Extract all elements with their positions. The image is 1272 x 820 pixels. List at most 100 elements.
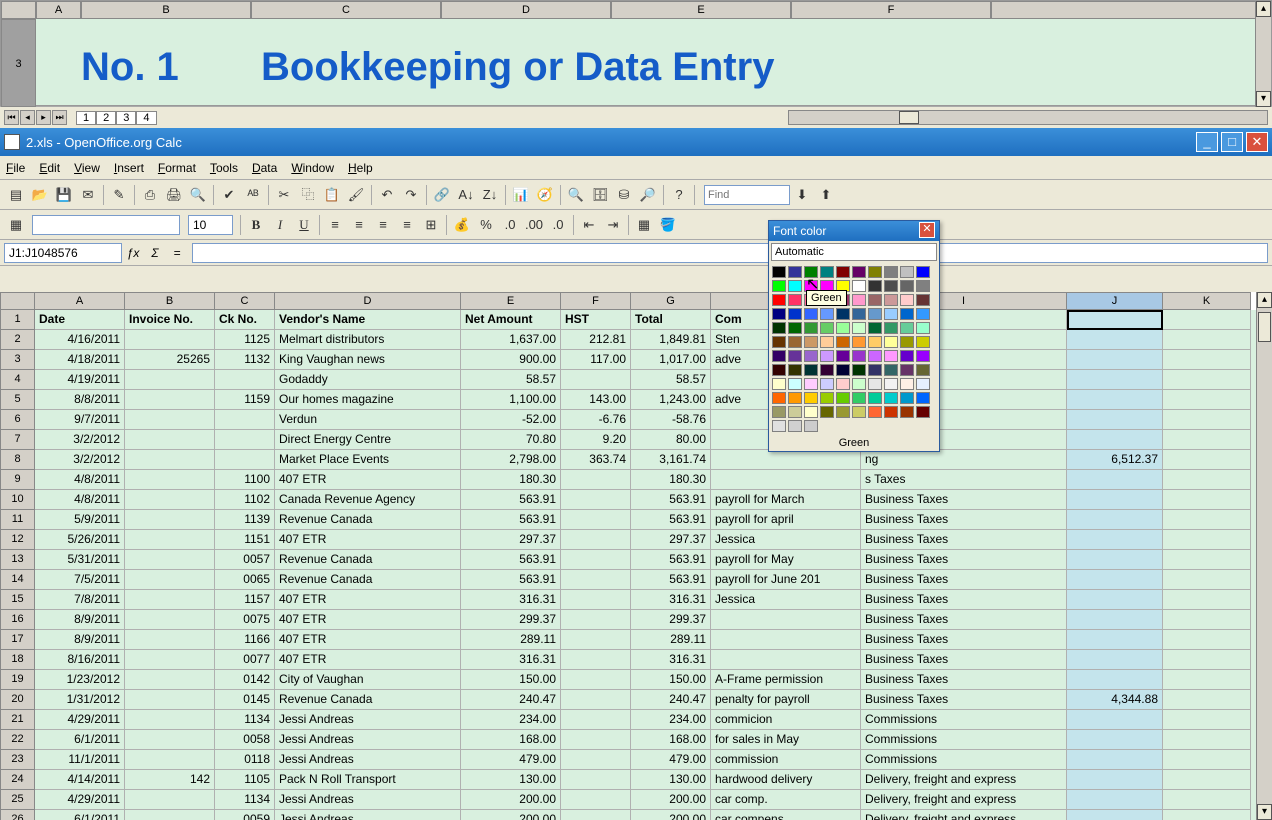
cell[interactable]: 407 ETR — [275, 590, 461, 610]
cell[interactable]: 563.91 — [631, 570, 711, 590]
select-all-corner[interactable] — [0, 292, 35, 310]
cell[interactable]: 1134 — [215, 790, 275, 810]
row-header-23[interactable]: 23 — [0, 750, 35, 770]
cell[interactable]: Business Taxes — [861, 650, 1067, 670]
cell[interactable]: car comp. — [711, 790, 861, 810]
cell[interactable]: Business Taxes — [861, 630, 1067, 650]
cell[interactable]: Revenue Canada — [275, 570, 461, 590]
color-swatch[interactable] — [868, 308, 882, 320]
header-cell[interactable]: Ck No. — [215, 310, 275, 330]
color-swatch[interactable] — [820, 266, 834, 278]
cell[interactable] — [1067, 770, 1163, 790]
top-col-F[interactable]: F — [791, 1, 991, 19]
hscroll[interactable] — [788, 110, 1268, 125]
col-header-B[interactable]: B — [125, 292, 215, 310]
styles-icon[interactable]: ▦ — [5, 214, 27, 236]
cell[interactable] — [1067, 630, 1163, 650]
cell[interactable]: Revenue Canada — [275, 550, 461, 570]
cell[interactable] — [1163, 670, 1251, 690]
cell[interactable]: payroll for March — [711, 490, 861, 510]
color-swatch[interactable] — [820, 336, 834, 348]
color-swatch[interactable] — [852, 364, 866, 376]
row-header-15[interactable]: 15 — [0, 590, 35, 610]
cell[interactable] — [1163, 750, 1251, 770]
cell[interactable]: Verdun — [275, 410, 461, 430]
cell[interactable] — [1067, 510, 1163, 530]
cell[interactable]: 150.00 — [461, 670, 561, 690]
color-swatch[interactable] — [804, 378, 818, 390]
menu-edit[interactable]: Edit — [39, 161, 60, 175]
cell[interactable] — [1163, 790, 1251, 810]
sort-asc-icon[interactable]: A↓ — [455, 184, 477, 206]
color-swatch[interactable] — [804, 392, 818, 404]
color-swatch[interactable] — [804, 266, 818, 278]
cell[interactable]: ng — [861, 450, 1067, 470]
cell[interactable]: 1/31/2012 — [35, 690, 125, 710]
cell[interactable]: 8/9/2011 — [35, 610, 125, 630]
cell[interactable]: payroll for May — [711, 550, 861, 570]
cell[interactable]: 25265 — [125, 350, 215, 370]
color-swatch[interactable] — [884, 350, 898, 362]
row-header-5[interactable]: 5 — [0, 390, 35, 410]
color-swatch[interactable] — [900, 336, 914, 348]
cell[interactable] — [1163, 330, 1251, 350]
col-header-D[interactable]: D — [275, 292, 461, 310]
cell[interactable]: 1,849.81 — [631, 330, 711, 350]
row-header-10[interactable]: 10 — [0, 490, 35, 510]
navigator-icon[interactable]: 🧭 — [534, 184, 556, 206]
cell[interactable]: 2,798.00 — [461, 450, 561, 470]
find-prev-icon[interactable]: ⬆ — [815, 184, 837, 206]
cell[interactable] — [125, 810, 215, 820]
cell[interactable] — [125, 390, 215, 410]
cell[interactable] — [125, 610, 215, 630]
minimize-button[interactable]: _ — [1196, 132, 1218, 152]
scroll-up-icon[interactable]: ▴ — [1257, 292, 1272, 308]
cell[interactable]: Jessica — [711, 530, 861, 550]
color-swatch[interactable] — [916, 392, 930, 404]
cell[interactable] — [1067, 790, 1163, 810]
cell[interactable]: 234.00 — [461, 710, 561, 730]
color-swatch[interactable] — [772, 294, 786, 306]
cell[interactable]: 4/14/2011 — [35, 770, 125, 790]
row-header-2[interactable]: 2 — [0, 330, 35, 350]
cell[interactable]: 1139 — [215, 510, 275, 530]
cell[interactable]: 168.00 — [631, 730, 711, 750]
first-sheet-button[interactable]: ⏮ — [4, 110, 19, 125]
edit-icon[interactable]: ✎ — [108, 184, 130, 206]
color-swatch[interactable] — [916, 336, 930, 348]
cell[interactable] — [125, 670, 215, 690]
cell[interactable]: 407 ETR — [275, 610, 461, 630]
cell[interactable] — [561, 690, 631, 710]
cell[interactable]: penalty for payroll — [711, 690, 861, 710]
cell[interactable] — [561, 630, 631, 650]
cell[interactable] — [125, 750, 215, 770]
row-header-13[interactable]: 13 — [0, 550, 35, 570]
cell[interactable] — [125, 410, 215, 430]
menu-tools[interactable]: Tools — [210, 161, 238, 175]
cell[interactable]: 150.00 — [631, 670, 711, 690]
menu-insert[interactable]: Insert — [114, 161, 144, 175]
color-swatch[interactable] — [820, 308, 834, 320]
row-header-26[interactable]: 26 — [0, 810, 35, 820]
cell[interactable]: 0065 — [215, 570, 275, 590]
color-swatch[interactable] — [804, 308, 818, 320]
format-paint-icon[interactable]: 🖌 — [345, 184, 367, 206]
color-swatch[interactable] — [788, 322, 802, 334]
col-header-E[interactable]: E — [461, 292, 561, 310]
cell[interactable]: commission — [711, 750, 861, 770]
cell[interactable]: 6/1/2011 — [35, 730, 125, 750]
cell[interactable] — [1163, 550, 1251, 570]
color-swatch[interactable] — [820, 378, 834, 390]
cell[interactable]: 316.31 — [631, 590, 711, 610]
cell[interactable]: Business Taxes — [861, 670, 1067, 690]
cell[interactable] — [1163, 650, 1251, 670]
menu-help[interactable]: Help — [348, 161, 373, 175]
cell[interactable]: Delivery, freight and express — [861, 790, 1067, 810]
color-swatch[interactable] — [868, 322, 882, 334]
cell[interactable] — [561, 810, 631, 820]
copy-icon[interactable]: ⿻ — [297, 184, 319, 206]
color-swatch[interactable] — [916, 406, 930, 418]
color-swatch[interactable] — [788, 392, 802, 404]
cell[interactable] — [561, 670, 631, 690]
scroll-down-icon[interactable]: ▾ — [1256, 91, 1271, 107]
